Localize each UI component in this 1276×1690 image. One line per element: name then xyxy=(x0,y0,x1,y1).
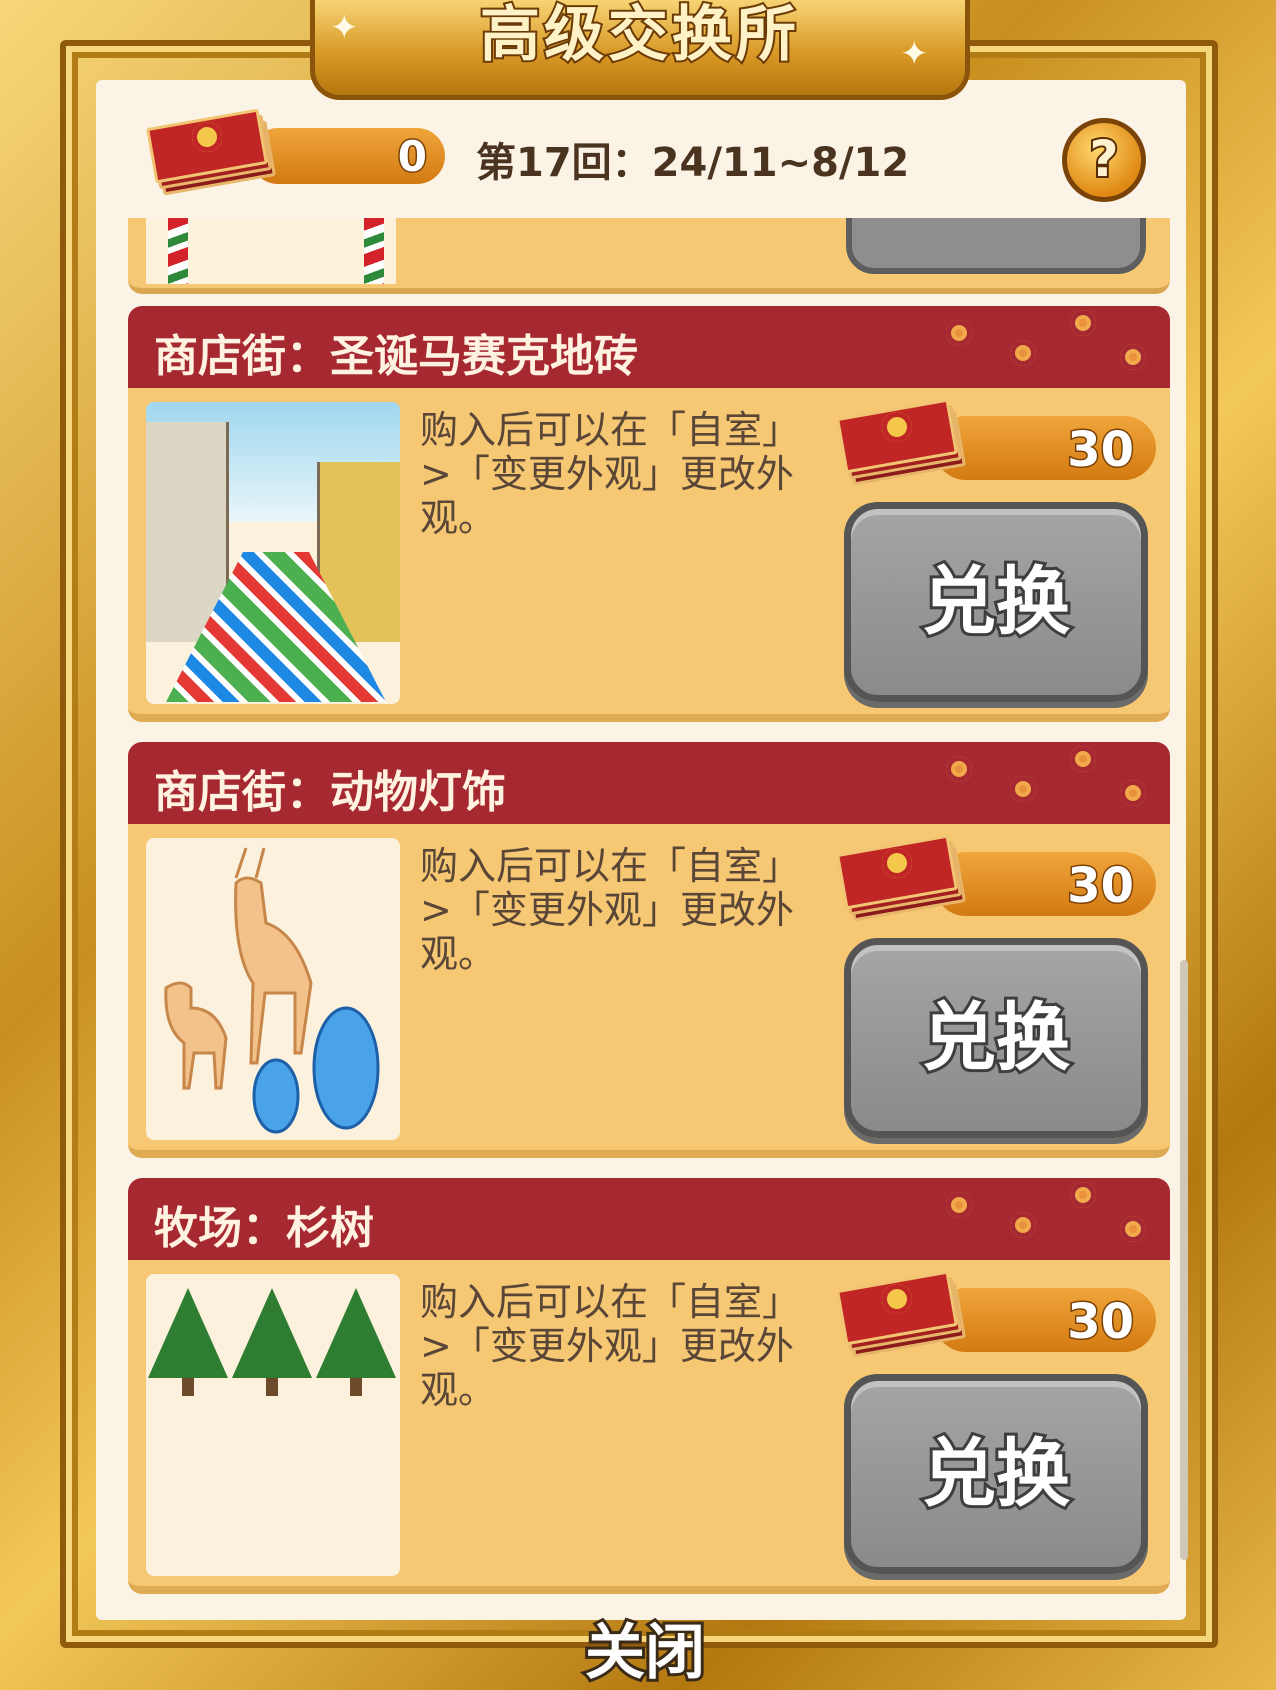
ticket-counter: 0 xyxy=(146,108,450,196)
item-card: 牧场：杉树 购入后可以在「自室」>「变更外观」更改外观。 30 兑换 xyxy=(128,1178,1170,1594)
exchange-button-label: 兑换 xyxy=(919,1428,1073,1520)
item-card-header: 商店街：圣诞马赛克地砖 xyxy=(128,306,1170,388)
close-button[interactable]: 关闭 xyxy=(580,1615,710,1690)
item-card-body: 购入后可以在「自室」>「变更外观」更改外观。 30 兑换 xyxy=(128,388,1170,722)
item-price: 30 xyxy=(1066,1293,1136,1352)
partial-item-card xyxy=(128,218,1170,294)
item-description: 购入后可以在「自室」>「变更外观」更改外观。 xyxy=(420,844,801,976)
rose-icon xyxy=(940,316,980,350)
ticket-count: 0 xyxy=(396,131,428,183)
item-card-body: 购入后可以在「自室」>「变更外观」更改外观。 30 兑换 xyxy=(128,1260,1170,1594)
item-card-header: 商店街：动物灯饰 xyxy=(128,742,1170,824)
help-button[interactable]: ? xyxy=(1062,118,1146,202)
ticket-icon xyxy=(836,1270,966,1358)
rose-icon xyxy=(1114,1212,1154,1246)
scrollbar[interactable] xyxy=(1180,960,1188,1560)
ticket-count-bar: 0 xyxy=(250,128,445,184)
item-card: 商店街：圣诞马赛克地砖 购入后可以在「自室」>「变更外观」更改外观。 30 兑换 xyxy=(128,306,1170,726)
rose-icon xyxy=(1004,1208,1044,1242)
rose-icon xyxy=(940,1188,980,1222)
title-banner: 高级交换所 xyxy=(310,0,970,100)
item-price: 30 xyxy=(1066,857,1136,916)
ticket-icon xyxy=(146,108,276,196)
price-tag: 30 xyxy=(836,834,1166,922)
exchange-button[interactable] xyxy=(846,218,1146,274)
candy-cane-icon xyxy=(168,218,188,284)
exchange-button[interactable]: 兑换 xyxy=(844,1374,1148,1574)
rose-icon xyxy=(940,752,980,786)
mosaic-street-image xyxy=(146,402,400,704)
ticket-icon xyxy=(836,398,966,486)
item-description: 购入后可以在「自室」>「变更外观」更改外观。 xyxy=(420,408,801,540)
item-price: 30 xyxy=(1066,421,1136,480)
close-button-label: 关闭 xyxy=(582,1615,708,1690)
exchange-button-label: 兑换 xyxy=(919,992,1073,1084)
ticket-icon xyxy=(836,834,966,922)
gold-frame: 高级交换所 ✦ ✦ 0 第17回：24/11~8/12 ? 商店街：圣诞马赛克地… xyxy=(0,0,1276,1690)
rose-icon xyxy=(1114,340,1154,374)
item-card-body: 购入后可以在「自室」>「变更外观」更改外观。 30 兑换 xyxy=(128,824,1170,1158)
round-period: 第17回：24/11~8/12 xyxy=(476,140,910,186)
cedar-trees-image xyxy=(146,1274,400,1576)
rose-icon xyxy=(1064,306,1104,340)
rose-icon xyxy=(1004,336,1044,370)
item-description: 购入后可以在「自室」>「变更外观」更改外观。 xyxy=(420,1280,801,1412)
rose-icon xyxy=(1004,772,1044,806)
rose-icon xyxy=(1064,742,1104,776)
question-icon: ? xyxy=(1087,128,1120,190)
item-title: 牧场：杉树 xyxy=(154,1203,374,1254)
exchange-button[interactable]: 兑换 xyxy=(844,938,1148,1138)
animal-lights-image xyxy=(146,838,400,1140)
exchange-button-label: 兑换 xyxy=(919,556,1073,648)
item-card-header: 牧场：杉树 xyxy=(128,1178,1170,1260)
page-title: 高级交换所 xyxy=(478,0,800,72)
price-tag: 30 xyxy=(836,398,1166,486)
item-title: 商店街：圣诞马赛克地砖 xyxy=(154,331,638,382)
item-title: 商店街：动物灯饰 xyxy=(154,767,506,818)
candy-cane-icon xyxy=(364,218,384,284)
sparkle-icon: ✦ xyxy=(900,34,929,74)
item-list[interactable]: 商店街：圣诞马赛克地砖 购入后可以在「自室」>「变更外观」更改外观。 30 兑换… xyxy=(128,218,1170,1594)
price-tag: 30 xyxy=(836,1270,1166,1358)
rose-icon xyxy=(1114,776,1154,810)
item-card: 商店街：动物灯饰 购入后可以在「自室」>「变更外观」更改外观。 30 兑换 xyxy=(128,742,1170,1162)
sparkle-icon: ✦ xyxy=(330,8,359,48)
rose-icon xyxy=(1064,1178,1104,1212)
exchange-button[interactable]: 兑换 xyxy=(844,502,1148,702)
